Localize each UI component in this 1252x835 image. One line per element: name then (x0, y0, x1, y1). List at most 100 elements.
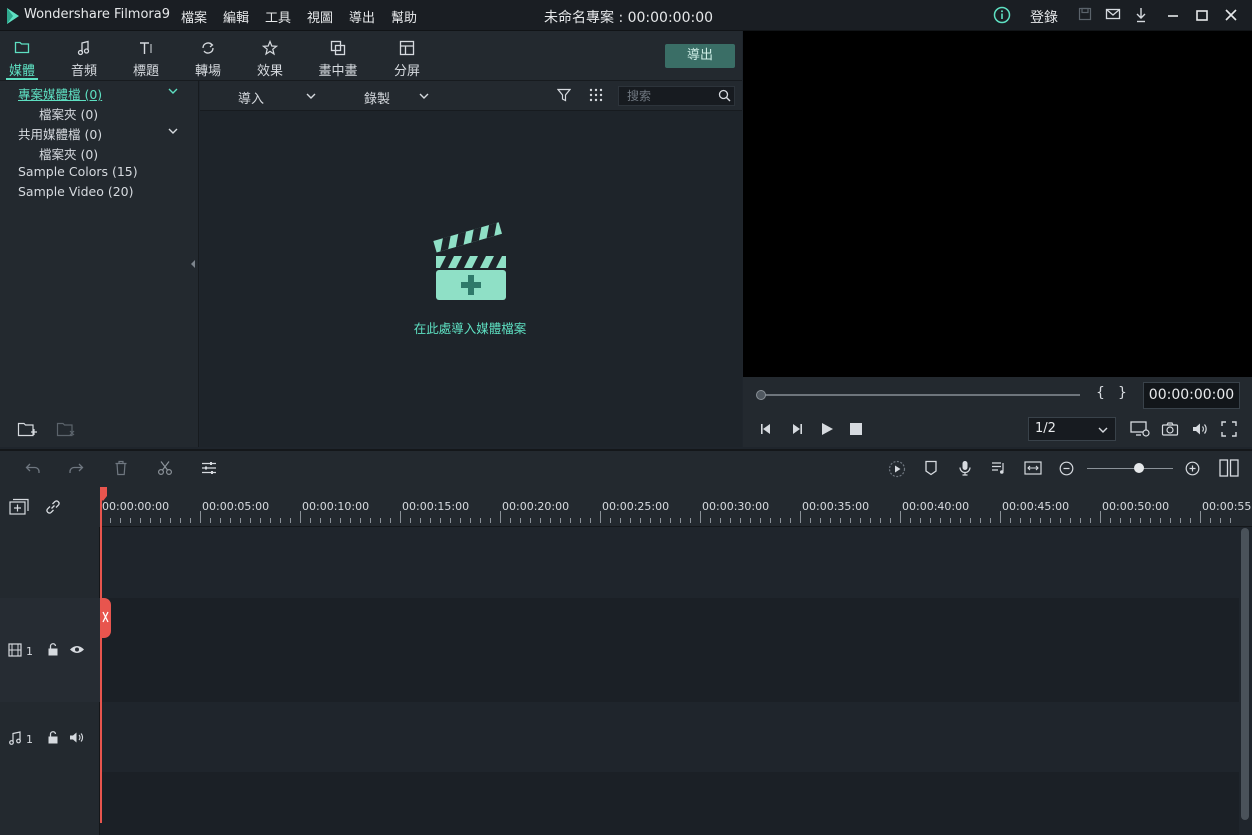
transition-icon (200, 40, 216, 56)
chevron-down-icon[interactable] (305, 91, 317, 101)
undo-icon[interactable] (25, 461, 41, 475)
menu-file[interactable]: 檔案 (181, 7, 207, 26)
clapperboard-icon[interactable] (432, 220, 510, 302)
library-item-project-folder[interactable]: 檔案夾 (0) (39, 104, 98, 123)
redo-icon[interactable] (68, 461, 84, 475)
microphone-icon[interactable] (958, 460, 972, 476)
play-icon[interactable] (820, 422, 834, 436)
menu-edit[interactable]: 編輯 (223, 7, 249, 26)
tab-transitions[interactable]: 轉場 (178, 31, 238, 81)
delete-folder-icon[interactable] (56, 420, 76, 438)
ruler-tick-label: 00:00:25:00 (602, 500, 670, 513)
new-folder-icon[interactable] (17, 420, 37, 438)
playback-scrubber[interactable] (760, 394, 1080, 396)
filter-icon[interactable] (557, 88, 571, 102)
project-title: 未命名專案 : 00:00:00:00 (544, 10, 714, 26)
tab-pip[interactable]: 畫中畫 (308, 31, 368, 81)
library-item-sample-colors[interactable]: Sample Colors (15) (18, 164, 138, 179)
tab-effects[interactable]: 效果 (240, 31, 300, 81)
login-button[interactable]: 登錄 (1030, 7, 1058, 27)
grid-view-icon[interactable] (589, 88, 603, 102)
adjust-sliders-icon[interactable] (201, 460, 217, 476)
library-item-shared-folder[interactable]: 檔案夾 (0) (39, 144, 98, 163)
zoom-out-icon[interactable] (1059, 461, 1074, 476)
record-dropdown[interactable]: 錄製 (364, 88, 390, 107)
playback-quality-select[interactable]: 1/2 (1028, 417, 1116, 441)
stop-icon[interactable] (850, 423, 862, 435)
video-track-number: 1 (26, 645, 33, 658)
playhead-cut-handle[interactable] (100, 598, 111, 638)
scrubber-handle[interactable] (756, 390, 766, 400)
playhead-marker[interactable] (98, 487, 108, 501)
mark-in-button[interactable]: { (1096, 385, 1105, 401)
timeline-tracks[interactable] (100, 527, 1239, 835)
snapshot-camera-icon[interactable] (1161, 421, 1179, 437)
library-item-sample-video[interactable]: Sample Video (20) (18, 184, 134, 199)
search-input[interactable] (619, 87, 715, 105)
menu-view[interactable]: 視圖 (307, 7, 333, 26)
mark-out-button[interactable]: } (1118, 385, 1127, 401)
marker-icon[interactable] (924, 460, 938, 476)
audio-track-lane[interactable] (100, 702, 1239, 772)
zoom-slider-handle[interactable] (1133, 463, 1144, 473)
volume-icon[interactable] (1191, 421, 1209, 437)
library-item-shared-media[interactable]: 共用媒體檔 (0) (18, 124, 102, 143)
menu-tools[interactable]: 工具 (265, 7, 291, 26)
cut-scissors-icon[interactable] (157, 460, 173, 476)
step-forward-icon[interactable] (789, 422, 805, 436)
render-preview-icon[interactable] (888, 460, 906, 478)
video-track-lane[interactable] (100, 598, 1239, 702)
import-media-link[interactable]: 在此處導入媒體檔案 (400, 318, 540, 337)
ruler-tick-label: 00:00:40:00 (902, 500, 970, 513)
folder-icon (14, 40, 30, 54)
minimize-icon[interactable] (1166, 6, 1180, 24)
ruler-tick-label: 00:00:00:00 (102, 500, 170, 513)
chevron-down-icon[interactable] (167, 86, 179, 96)
fullscreen-icon[interactable] (1221, 421, 1237, 437)
ruler-tick-label: 00:00:50:00 (1102, 500, 1170, 513)
ruler-tick-label: 00:00:05:00 (202, 500, 270, 513)
collapse-panel-icon[interactable] (190, 259, 196, 269)
tab-audio[interactable]: 音頻 (54, 31, 114, 81)
fit-timeline-icon[interactable] (1024, 460, 1042, 476)
tab-media[interactable]: 媒體 (0, 31, 52, 81)
chevron-down-icon[interactable] (418, 91, 430, 101)
chevron-down-icon[interactable] (167, 126, 179, 136)
maximize-icon[interactable] (1195, 6, 1209, 24)
effects-icon (262, 40, 278, 56)
voiceover-list-icon[interactable] (991, 460, 1007, 476)
tab-titles[interactable]: 標題 (116, 31, 176, 81)
unlock-icon[interactable] (47, 643, 59, 656)
display-settings-icon[interactable] (1130, 420, 1150, 438)
preview-timecode: 00:00:00:00 (1143, 382, 1240, 409)
link-icon[interactable] (44, 498, 62, 516)
chevron-down-icon (1097, 425, 1109, 435)
search-box[interactable] (618, 86, 735, 106)
add-track-icon[interactable] (9, 498, 29, 516)
menu-help[interactable]: 幫助 (391, 7, 417, 26)
delete-trash-icon[interactable] (114, 460, 128, 476)
eye-visibility-icon[interactable] (69, 644, 85, 655)
speaker-mute-icon[interactable] (69, 731, 85, 744)
unlock-icon[interactable] (47, 731, 59, 744)
close-icon[interactable] (1224, 6, 1238, 24)
menu-export[interactable]: 導出 (349, 7, 375, 26)
playhead-line[interactable] (100, 487, 102, 823)
zoom-slider-track[interactable] (1087, 468, 1173, 469)
save-icon[interactable] (1078, 6, 1092, 22)
layout-toggle-icon[interactable] (1219, 459, 1239, 477)
info-icon[interactable] (993, 6, 1011, 24)
download-icon[interactable] (1134, 6, 1148, 24)
tab-split-screen[interactable]: 分屏 (377, 31, 437, 81)
library-item-project-media[interactable]: 專案媒體檔 (0) (18, 84, 102, 103)
export-button[interactable]: 導出 (665, 44, 735, 68)
mail-icon[interactable] (1105, 6, 1121, 22)
zoom-in-icon[interactable] (1185, 461, 1200, 476)
ruler-ticks (100, 511, 1231, 523)
step-back-icon[interactable] (758, 422, 774, 436)
audio-track-number: 1 (26, 733, 33, 746)
scrollbar-thumb[interactable] (1241, 528, 1249, 820)
tab-label: 音頻 (70, 64, 97, 79)
search-icon[interactable] (718, 89, 731, 102)
import-dropdown[interactable]: 導入 (238, 88, 264, 107)
